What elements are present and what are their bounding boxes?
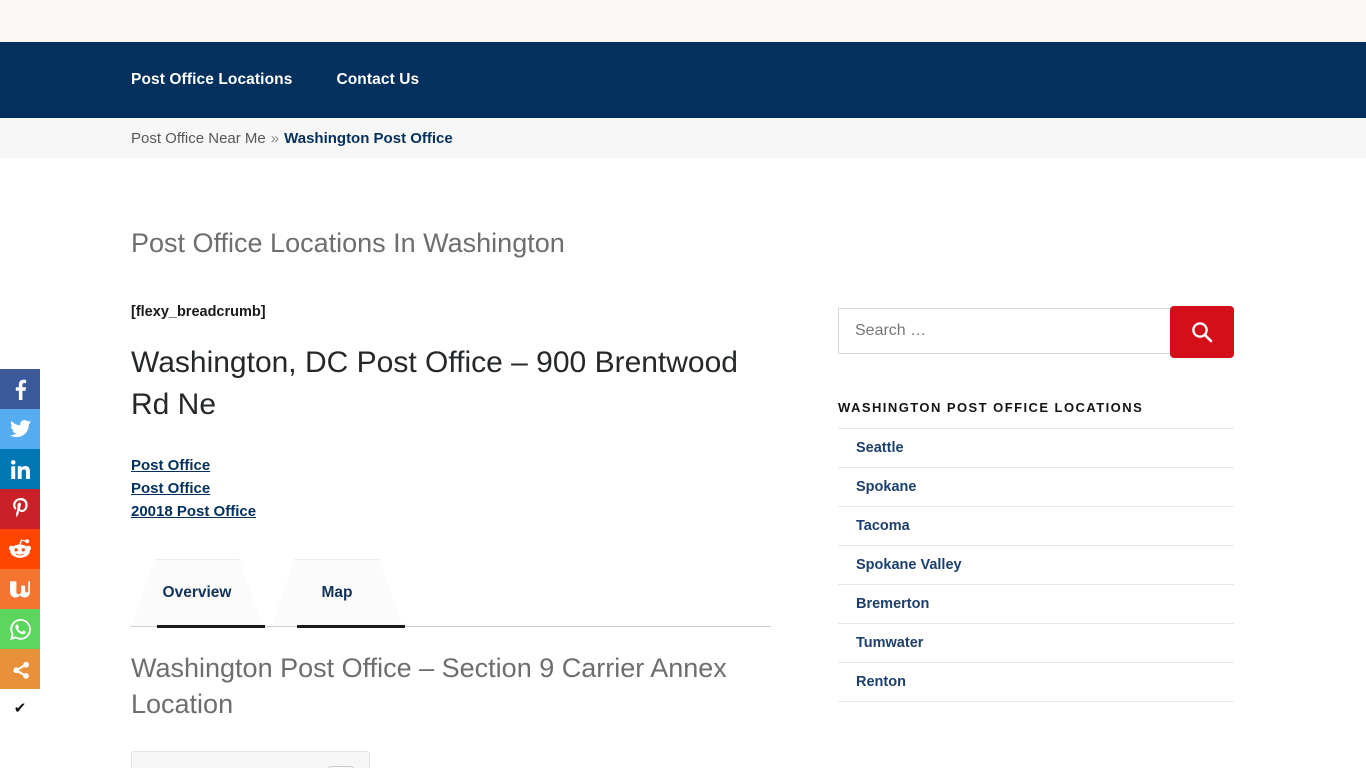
tab-bar: Overview Map <box>131 558 771 628</box>
link-post-office-1[interactable]: Post Office <box>131 458 210 473</box>
link-post-office-2[interactable]: Post Office <box>131 481 210 496</box>
main-content-column: Post Office Locations In Washington [fle… <box>131 158 771 768</box>
list-item: Seattle <box>838 428 1234 468</box>
mix-icon[interactable] <box>0 569 40 609</box>
main-navigation: Post Office Locations Contact Us <box>0 42 1366 118</box>
share-hide-toggle[interactable]: ✔ <box>0 689 40 727</box>
city-link-spokane-valley[interactable]: Spokane Valley <box>838 546 1234 584</box>
search-form <box>838 306 1234 358</box>
list-item: Spokane <box>838 468 1234 507</box>
tab-overview-label: Overview <box>162 584 232 602</box>
entry-title: Washington, DC Post Office – 900 Brentwo… <box>131 345 738 421</box>
breadcrumb-separator: » <box>270 129 280 147</box>
nav-contact-us[interactable]: Contact Us <box>336 71 419 89</box>
share-more-icon[interactable] <box>0 649 40 689</box>
twitter-icon[interactable] <box>0 409 40 449</box>
link-zip-post-office[interactable]: 20018 Post Office <box>131 504 256 519</box>
nav-post-office-locations[interactable]: Post Office Locations <box>131 71 292 89</box>
linkedin-icon[interactable] <box>0 449 40 489</box>
breadcrumb-shortcode: [flexy_breadcrumb] <box>131 303 266 320</box>
sidebar: WASHINGTON POST OFFICE LOCATIONS Seattle… <box>838 158 1234 702</box>
city-link-spokane[interactable]: Spokane <box>838 468 1234 506</box>
breadcrumb-root-link[interactable]: Post Office Near Me <box>131 130 266 147</box>
list-item: Bremerton <box>838 585 1234 624</box>
city-list: Seattle Spokane Tacoma Spokane Valley Br… <box>838 428 1234 702</box>
breadcrumb: Post Office Near Me » Washington Post Of… <box>0 118 1366 158</box>
list-item: Spokane Valley <box>838 546 1234 585</box>
sidebar-heading: WASHINGTON POST OFFICE LOCATIONS <box>838 400 1144 415</box>
search-icon <box>1192 322 1213 343</box>
tab-map-active-underline <box>297 624 405 628</box>
pinterest-icon[interactable] <box>0 489 40 529</box>
city-link-tacoma[interactable]: Tacoma <box>838 507 1234 545</box>
tab-overview[interactable]: Overview <box>131 558 263 627</box>
related-links: Post Office Post Office 20018 Post Offic… <box>131 458 771 527</box>
section-heading: Washington Post Office – Section 9 Carri… <box>131 652 727 720</box>
tab-overview-active-underline <box>157 624 265 628</box>
tab-map-label: Map <box>321 584 353 602</box>
tab-map[interactable]: Map <box>271 558 403 627</box>
list-item: Tacoma <box>838 507 1234 546</box>
city-link-tumwater[interactable]: Tumwater <box>838 624 1234 662</box>
whatsapp-icon[interactable] <box>0 609 40 649</box>
city-link-bremerton[interactable]: Bremerton <box>838 585 1234 623</box>
breadcrumb-current: Washington Post Office <box>284 129 453 147</box>
facebook-icon[interactable] <box>0 369 40 409</box>
search-button[interactable] <box>1170 306 1234 358</box>
table-of-contents-box: Table of Contents <box>131 750 370 768</box>
page-body: ✔ Post Office Locations In Washington [f… <box>0 158 1366 768</box>
city-link-seattle[interactable]: Seattle <box>838 429 1234 467</box>
top-strip <box>0 0 1366 42</box>
list-item: Renton <box>838 663 1234 702</box>
social-share-rail: ✔ <box>0 369 40 727</box>
reddit-icon[interactable] <box>0 529 40 569</box>
search-input[interactable] <box>838 308 1172 354</box>
city-link-renton[interactable]: Renton <box>838 663 1234 701</box>
list-item: Tumwater <box>838 624 1234 663</box>
page-title: Post Office Locations In Washington <box>131 228 565 258</box>
